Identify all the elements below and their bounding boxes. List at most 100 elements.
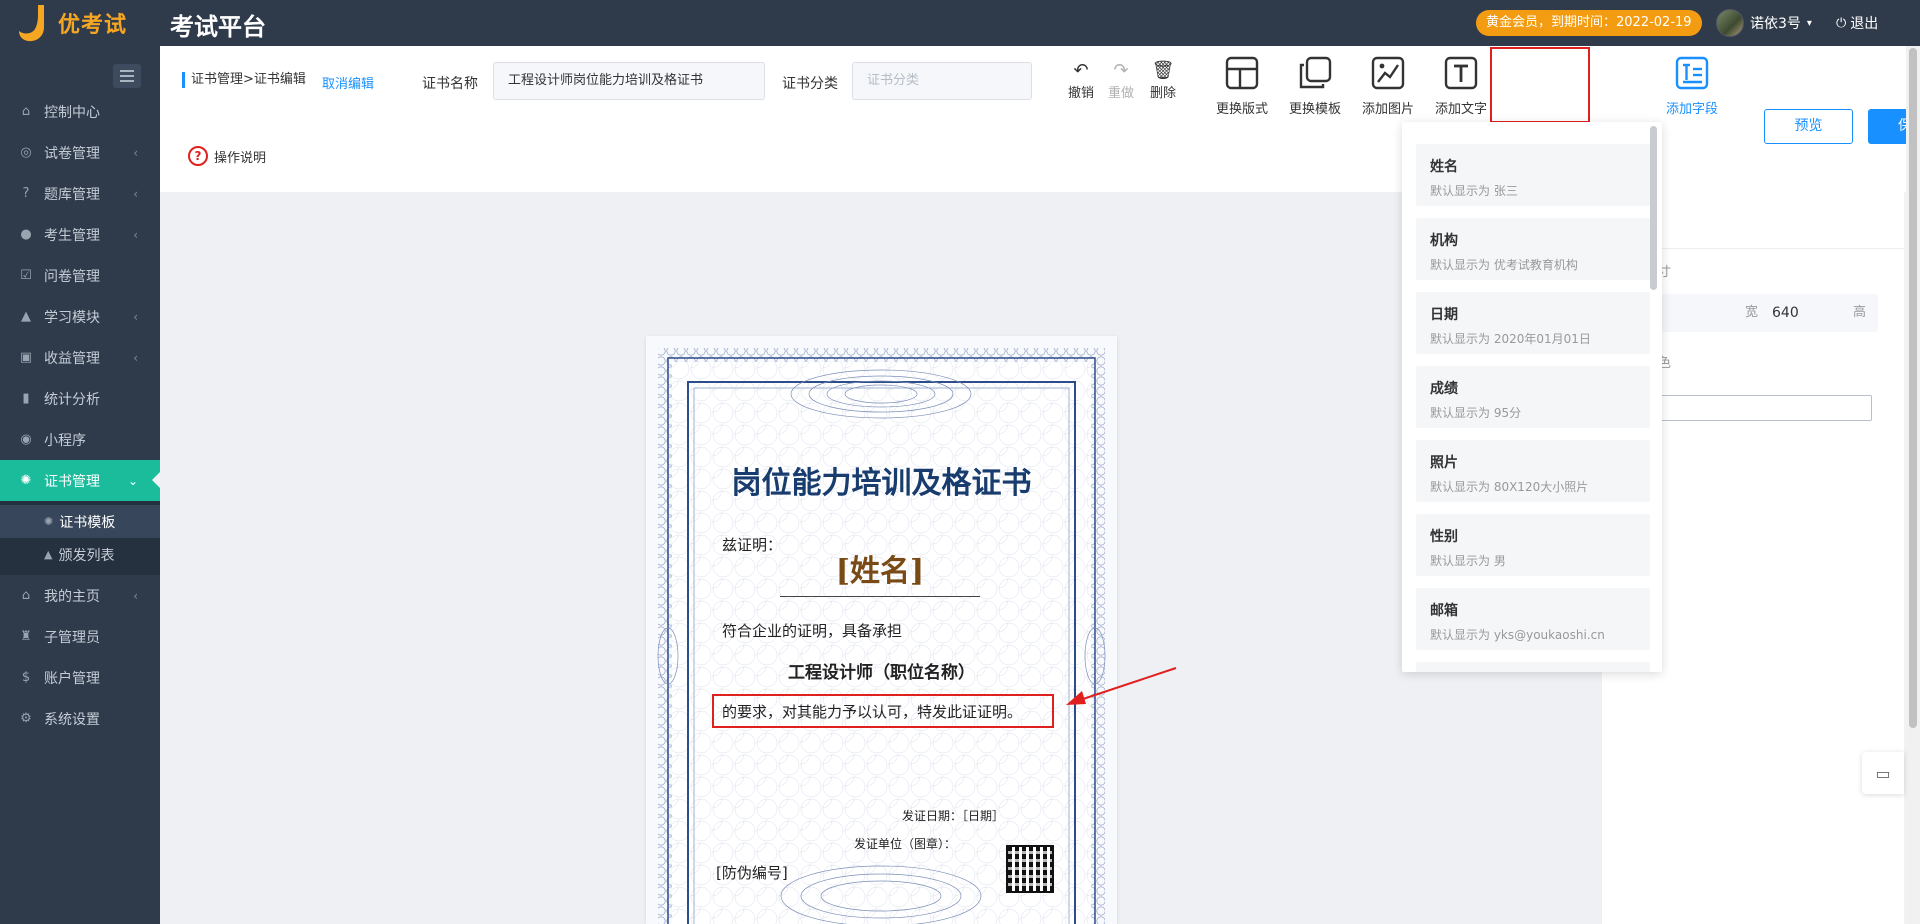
field-option-desc: 默认显示为 2020年01月01日: [1430, 332, 1591, 346]
sidebar-item-control-center[interactable]: ⌂ 控制中心: [0, 91, 160, 132]
sidebar-item-statistics[interactable]: ▮ 统计分析: [0, 378, 160, 419]
add-image-label: 添加图片: [1361, 102, 1414, 117]
logo[interactable]: 优考试: [18, 2, 127, 44]
height-input[interactable]: 640 高: [1758, 294, 1878, 332]
change-layout-button[interactable]: 更换版式: [1210, 56, 1274, 117]
user-icon: ●: [20, 227, 32, 242]
sidebar-item-exam-papers[interactable]: ◎ 试卷管理 ‹: [0, 132, 160, 173]
help-label: 操作说明: [214, 150, 267, 166]
add-field-highlight: [1490, 47, 1590, 123]
certificate-line1[interactable]: 符合企业的证明，具备承担: [722, 620, 902, 641]
trash-icon: 🗑: [1151, 60, 1175, 81]
field-option-title: 邮箱: [1430, 603, 1458, 619]
sidebar-item-question-bank[interactable]: ? 题库管理 ‹: [0, 173, 160, 214]
layout-icon: [1225, 56, 1259, 90]
field-option-title: 性别: [1430, 529, 1458, 545]
gear-icon: ⚙: [20, 711, 32, 726]
qr-code-icon[interactable]: [1006, 845, 1054, 893]
field-option-title: 机构: [1430, 233, 1458, 249]
sidebar-item-label: 学习模块: [44, 309, 100, 326]
copy-icon: [1299, 56, 1332, 89]
sidebar-toggle-button[interactable]: [113, 64, 141, 88]
sidebar-item-learning[interactable]: ▲ 学习模块 ‹: [0, 296, 160, 337]
field-option-title: 日期: [1430, 307, 1458, 323]
logo-icon: [18, 3, 52, 43]
sidebar-item-settings[interactable]: ⚙ 系统设置: [0, 698, 160, 739]
field-option-desc: 默认显示为 男: [1430, 554, 1506, 568]
annotation-arrow-icon: [1066, 667, 1177, 705]
certificate-serial[interactable]: [防伪编号]: [716, 862, 788, 883]
username: 诺依3号: [1750, 16, 1801, 32]
chevron-down-icon: ⌄: [127, 473, 138, 488]
certificate-job-title[interactable]: 工程设计师（职位名称）: [646, 658, 1117, 683]
platform-title: 考试平台: [170, 13, 266, 41]
add-field-button[interactable]: 添加字段: [1660, 56, 1724, 117]
sidebar-menu: ⌂ 控制中心 ◎ 试卷管理 ‹ ? 题库管理 ‹ ● 考生管理 ‹ ☑ 问卷管理…: [0, 91, 160, 739]
sidebar-item-my-homepage[interactable]: ⌂ 我的主页 ‹: [0, 575, 160, 616]
redo-button[interactable]: ↷ 重做: [1108, 60, 1134, 101]
certificate-issue-date[interactable]: 发证日期：［日期］: [902, 807, 1004, 824]
sidebar-item-surveys[interactable]: ☑ 问卷管理: [0, 255, 160, 296]
page-scrollbar[interactable]: [1906, 46, 1920, 924]
logout-label: 退出: [1850, 16, 1879, 32]
sidebar-item-certificates[interactable]: ✺ 证书管理 ⌄: [0, 460, 160, 501]
cert-category-label: 证书分类: [782, 76, 838, 92]
width-input[interactable]: 宽: [1658, 294, 1770, 332]
certificate-hereby[interactable]: 兹证明：: [722, 534, 782, 555]
field-option-title: 姓名: [1430, 159, 1458, 175]
top-bar: 优考试 考试平台 黄金会员，到期时间：2022-02-19 诺依3号 ▾ ⏻ 退…: [0, 0, 1920, 46]
certificate-preview[interactable]: 岗位能力培训及格证书 兹证明： [姓名] 符合企业的证明，具备承担 工程设计师（…: [646, 336, 1117, 924]
cert-name-input[interactable]: 工程设计师岗位能力培训及格证书: [493, 62, 765, 100]
member-badge[interactable]: 黄金会员，到期时间：2022-02-19: [1476, 10, 1702, 36]
help-link[interactable]: ? 操作说明: [188, 146, 266, 166]
feedback-chat-icon[interactable]: ▭: [1862, 752, 1904, 794]
field-icon: [1675, 56, 1709, 90]
preview-button[interactable]: 预览: [1764, 109, 1853, 144]
field-option-gender[interactable]: 性别 默认显示为 男: [1416, 514, 1650, 576]
certificate-icon: ✺: [20, 473, 32, 488]
sidebar-item-sub-admins[interactable]: ♜ 子管理员: [0, 616, 160, 657]
add-text-button[interactable]: 添加文字: [1429, 56, 1493, 117]
sidebar-item-mini-program[interactable]: ◉ 小程序: [0, 419, 160, 460]
cancel-edit-link[interactable]: 取消编辑: [322, 73, 374, 92]
delete-button[interactable]: 🗑 删除: [1150, 60, 1176, 101]
page-scrollbar-thumb[interactable]: [1909, 48, 1917, 728]
add-text-label: 添加文字: [1434, 102, 1487, 117]
sidebar-item-label: 收益管理: [44, 350, 100, 367]
money-icon: ▣: [19, 350, 33, 365]
graduation-cap-icon: ▲: [44, 548, 53, 561]
field-option-org[interactable]: 机构 默认显示为 优考试教育机构: [1416, 218, 1650, 280]
field-option-title: 成绩: [1430, 381, 1458, 397]
field-option-date[interactable]: 日期 默认显示为 2020年01月01日: [1416, 292, 1650, 354]
sidebar-item-account[interactable]: $ 账户管理: [0, 657, 160, 698]
home-user-icon: ⌂: [21, 588, 31, 603]
field-option-name[interactable]: 姓名 默认显示为 张三: [1416, 144, 1650, 206]
sidebar-subitem-templates[interactable]: ✺ 证书模板: [0, 505, 160, 538]
sidebar-item-label: 证书管理: [44, 473, 100, 490]
sidebar-item-examinees[interactable]: ● 考生管理 ‹: [0, 214, 160, 255]
width-unit: 宽: [1744, 305, 1758, 320]
sidebar-item-label: 题库管理: [44, 186, 100, 203]
cert-category-input[interactable]: 证书分类: [852, 62, 1032, 100]
certificate-name-field[interactable]: [姓名]: [780, 546, 980, 597]
field-option-more[interactable]: [1416, 662, 1650, 672]
home-icon: ⌂: [21, 104, 31, 119]
field-option-score[interactable]: 成绩 默认显示为 95分: [1416, 366, 1650, 428]
field-option-photo[interactable]: 照片 默认显示为 80X120大小照片: [1416, 440, 1650, 502]
field-option-email[interactable]: 邮箱 默认显示为 yks@youkaoshi.cn: [1416, 588, 1650, 650]
undo-button[interactable]: ↶ 撤销: [1068, 60, 1094, 101]
change-template-button[interactable]: 更换模板: [1283, 56, 1347, 117]
user-menu[interactable]: 诺依3号 ▾: [1716, 9, 1812, 37]
dropdown-scrollbar[interactable]: [1650, 126, 1657, 290]
sidebar-item-revenue[interactable]: ▣ 收益管理 ‹: [0, 337, 160, 378]
certificate-title[interactable]: 岗位能力培训及格证书: [646, 458, 1117, 502]
logout-button[interactable]: ⏻ 退出: [1836, 13, 1878, 33]
cert-name-label: 证书名称: [422, 76, 478, 92]
add-image-button[interactable]: 添加图片: [1356, 56, 1420, 117]
sidebar-item-label: 我的主页: [44, 588, 100, 605]
bg-color-input[interactable]: [1660, 395, 1872, 421]
sidebar-item-label: 小程序: [44, 432, 86, 449]
sidebar-subitem-issued-list[interactable]: ▲ 颁发列表: [0, 538, 160, 571]
certificate-issuer[interactable]: 发证单位（图章）：: [854, 835, 956, 852]
height-value: 640: [1772, 305, 1799, 321]
